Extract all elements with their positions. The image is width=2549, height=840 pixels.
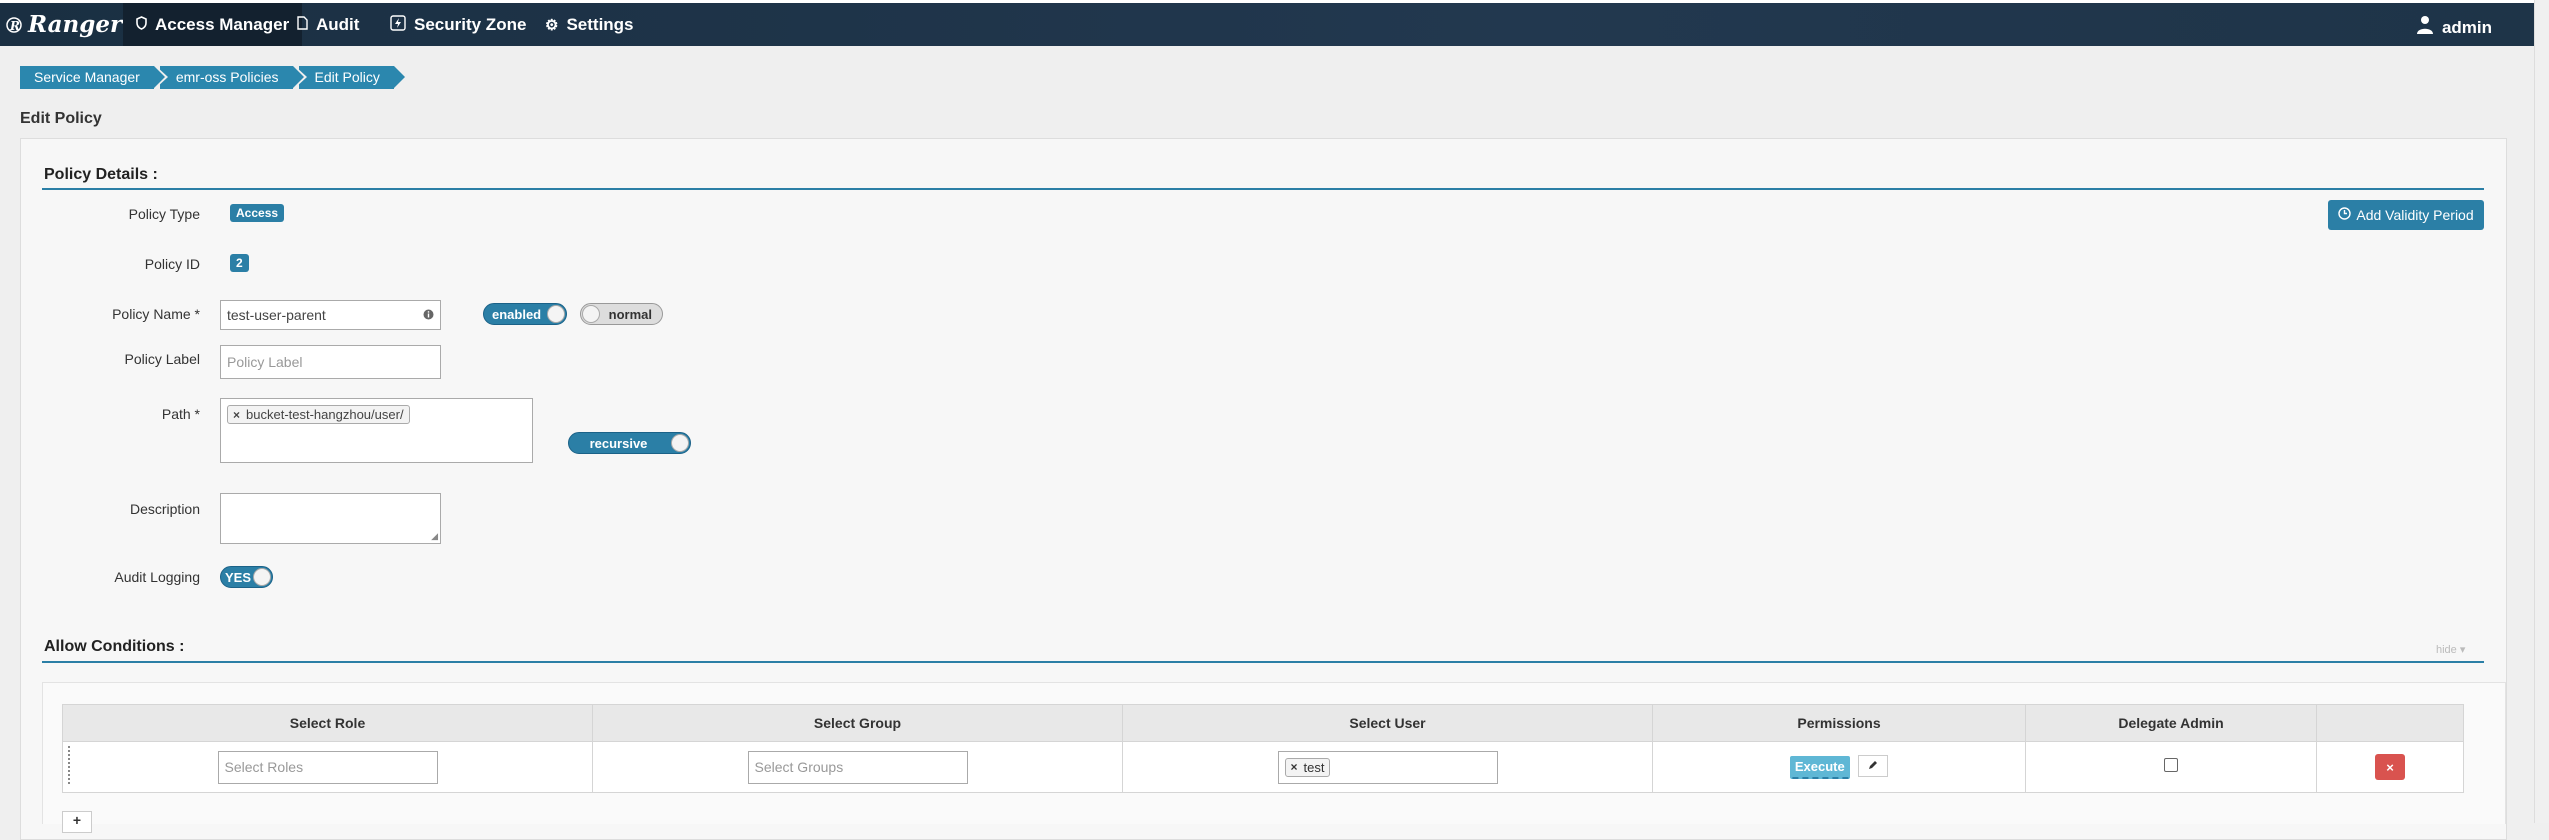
nav-settings[interactable]: ⚙ Settings: [545, 3, 634, 46]
permission-badge[interactable]: Execute: [1789, 755, 1850, 779]
hide-link[interactable]: hide ▾: [2436, 643, 2465, 656]
svg-text:R: R: [9, 19, 20, 33]
remove-tag-icon[interactable]: ×: [1291, 760, 1298, 774]
plus-icon: +: [72, 812, 82, 828]
col-select-user: Select User: [1122, 704, 1653, 742]
pencil-icon: [1868, 759, 1878, 773]
select-groups-input[interactable]: Select Groups: [747, 750, 968, 784]
path-input[interactable]: × bucket-test-hangzhou/user/: [220, 398, 533, 463]
audit-logging-toggle[interactable]: YES: [220, 566, 273, 588]
edit-permissions-button[interactable]: [1858, 755, 1889, 778]
table-row: Select Roles Select Groups × test Execut…: [62, 741, 2464, 793]
ranger-logo-icon: R: [6, 14, 24, 36]
select-roles-input[interactable]: Select Roles: [217, 750, 438, 784]
gear-icon: ⚙: [545, 16, 559, 34]
shield-icon: [136, 15, 147, 34]
page-scrollbar[interactable]: [2534, 0, 2549, 823]
delete-row-button[interactable]: ×: [2375, 754, 2405, 780]
nav-audit[interactable]: Audit: [297, 3, 359, 46]
breadcrumb-service-manager[interactable]: Service Manager: [20, 66, 168, 89]
normal-toggle[interactable]: normal: [580, 303, 663, 325]
policy-details-divider: [42, 188, 2484, 190]
col-permissions: Permissions: [1652, 704, 2026, 742]
col-select-role: Select Role: [62, 704, 593, 742]
col-select-group: Select Group: [592, 704, 1123, 742]
close-icon: ×: [2386, 759, 2394, 775]
col-delegate-admin: Delegate Admin: [2025, 704, 2317, 742]
ranger-logo[interactable]: R Ranger: [6, 11, 122, 38]
user-icon: [2416, 15, 2434, 40]
path-tag[interactable]: × bucket-test-hangzhou/user/: [227, 405, 410, 424]
info-icon[interactable]: [423, 307, 434, 323]
policy-name-label: Policy Name *: [112, 306, 200, 322]
breadcrumb: Service Manager emr-oss Policies Edit Po…: [20, 66, 409, 89]
path-label: Path *: [161, 406, 200, 422]
page-title: Edit Policy: [20, 110, 102, 127]
nav-access-manager[interactable]: Access Manager: [123, 3, 303, 46]
breadcrumb-policies[interactable]: emr-oss Policies: [159, 66, 307, 89]
description-textarea[interactable]: ◢: [220, 493, 441, 544]
policy-id-badge: 2: [230, 254, 249, 272]
select-users-input[interactable]: × test: [1277, 750, 1498, 784]
policy-name-input[interactable]: test-user-parent: [220, 300, 441, 330]
brand-name: Ranger: [28, 11, 123, 38]
toggle-knob: [582, 305, 600, 323]
add-row-button[interactable]: +: [62, 811, 92, 833]
policy-type-label: Policy Type: [128, 206, 200, 222]
allow-conditions-divider: [42, 661, 2484, 663]
top-navbar: R Ranger Access Manager Audit Security Z…: [0, 0, 2549, 46]
bolt-icon: [390, 14, 406, 35]
policy-id-label: Policy ID: [144, 256, 200, 272]
username: admin: [2441, 17, 2492, 37]
enabled-toggle[interactable]: enabled: [483, 303, 567, 325]
policy-details-title: Policy Details :: [44, 166, 158, 183]
user-menu[interactable]: admin: [2416, 15, 2492, 40]
user-tag[interactable]: × test: [1284, 757, 1331, 777]
recursive-toggle[interactable]: recursive: [568, 432, 691, 454]
policy-label-input[interactable]: Policy Label: [220, 345, 441, 379]
breadcrumb-edit-policy[interactable]: Edit Policy: [298, 66, 409, 89]
resize-handle-icon[interactable]: ◢: [431, 531, 438, 542]
description-label: Description: [129, 501, 200, 517]
toggle-knob: [547, 305, 565, 323]
delegate-admin-checkbox[interactable]: [2164, 757, 2178, 772]
policy-type-badge: Access: [230, 204, 285, 222]
policy-label-label: Policy Label: [124, 351, 201, 367]
allow-conditions-table: Select Role Select Group Select User Per…: [62, 704, 2464, 793]
clock-icon: [2338, 207, 2352, 223]
toggle-knob: [253, 568, 271, 586]
audit-logging-label: Audit Logging: [114, 569, 200, 585]
add-validity-period-button[interactable]: Add Validity Period: [2328, 200, 2484, 230]
col-actions: [2316, 704, 2464, 742]
toggle-knob: [671, 434, 689, 452]
allow-conditions-title: Allow Conditions :: [44, 638, 185, 655]
file-icon: [297, 15, 308, 34]
remove-tag-icon[interactable]: ×: [233, 408, 240, 422]
nav-security-zone[interactable]: Security Zone: [390, 3, 526, 46]
drag-handle-icon[interactable]: [68, 746, 74, 784]
